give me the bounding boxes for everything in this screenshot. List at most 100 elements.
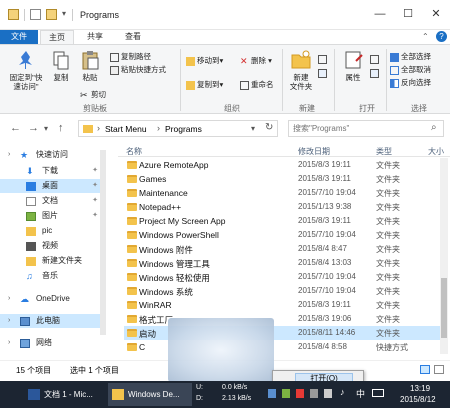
nav-documents[interactable]: 文档 ✦: [0, 194, 104, 208]
tab-share[interactable]: 共享: [78, 30, 112, 44]
search-icon[interactable]: ⌕: [431, 122, 437, 133]
nav-pic[interactable]: pic: [0, 224, 104, 238]
properties-quick-icon[interactable]: [30, 9, 41, 20]
tab-view[interactable]: 查看: [116, 30, 150, 44]
tray-icon[interactable]: [296, 389, 304, 398]
nav-music[interactable]: ♫ 音乐: [0, 269, 104, 283]
breadcrumb-programs[interactable]: Programs: [165, 124, 202, 134]
tray-icon[interactable]: [324, 389, 332, 398]
ribbon-collapse-icon[interactable]: ⌃: [422, 32, 429, 41]
forward-button[interactable]: →: [28, 122, 39, 134]
table-row[interactable]: Azure RemoteApp 2015/8/3 19:11 文件夹: [124, 158, 442, 172]
select-none-button[interactable]: 全部取消: [390, 64, 431, 76]
close-button[interactable]: ✕: [422, 4, 450, 24]
up-button[interactable]: ↑: [58, 122, 64, 134]
invert-selection-button[interactable]: 反向选择: [390, 77, 431, 89]
search-box[interactable]: ⌕: [288, 120, 444, 137]
nav-videos[interactable]: 视频: [0, 239, 104, 253]
pin-quick-access-button[interactable]: 固定到"快 速访问": [4, 49, 48, 91]
table-row[interactable]: WinRAR 2015/8/3 19:11 文件夹: [124, 298, 442, 312]
copy-button[interactable]: 复制: [48, 49, 74, 82]
details-view-icon[interactable]: [420, 365, 430, 374]
maximize-button[interactable]: ☐: [394, 4, 422, 24]
expand-chevron-icon[interactable]: ›: [8, 314, 10, 328]
table-row[interactable]: Notepad++ 2015/1/13 9:38 文件夹: [124, 200, 442, 214]
properties-button[interactable]: 属性: [338, 49, 368, 82]
expand-chevron-icon[interactable]: ›: [8, 292, 10, 306]
column-date[interactable]: 修改日期: [298, 146, 330, 157]
back-button[interactable]: ←: [10, 122, 21, 134]
rename-button[interactable]: 重命名: [240, 79, 274, 91]
volume-icon[interactable]: ♪: [340, 387, 345, 397]
delete-button[interactable]: ✕ 删除 ▾: [240, 55, 272, 67]
edit-icon[interactable]: [370, 67, 381, 79]
nav-downloads[interactable]: ⬇ 下载 ✦: [0, 164, 104, 178]
expand-chevron-icon[interactable]: ›: [8, 148, 10, 162]
nav-pictures[interactable]: 图片 ✦: [0, 209, 104, 223]
open-icon[interactable]: [370, 53, 381, 65]
column-type[interactable]: 类型: [376, 146, 392, 157]
clock-date[interactable]: 2015/8/12: [400, 395, 436, 404]
table-row[interactable]: Maintenance 2015/7/10 19:04 文件夹: [124, 186, 442, 200]
address-bar[interactable]: › Start Menu › Programs ▾ ↻: [78, 120, 278, 137]
tray-icon[interactable]: [282, 389, 290, 398]
address-dropdown-icon[interactable]: ▾: [251, 124, 255, 133]
column-size[interactable]: 大小: [428, 146, 444, 157]
recent-locations-dropdown[interactable]: ▾: [44, 124, 48, 133]
help-icon[interactable]: ?: [436, 31, 447, 42]
scrollbar-thumb[interactable]: [441, 278, 447, 338]
table-row[interactable]: Games 2015/8/3 19:11 文件夹: [124, 172, 442, 186]
select-all-icon: [390, 52, 399, 62]
expand-chevron-icon[interactable]: ›: [8, 336, 10, 350]
paste-button[interactable]: 粘贴: [76, 49, 104, 82]
search-input[interactable]: [289, 121, 429, 136]
nav-scrollbar[interactable]: [100, 150, 106, 335]
table-row[interactable]: Windows 轻松使用 2015/7/10 19:04 文件夹: [124, 270, 442, 284]
tray-icon[interactable]: [310, 389, 318, 398]
nav-quick-access[interactable]: › ★ 快速访问: [0, 148, 104, 162]
table-row[interactable]: Project My Screen App 2015/8/3 19:11 文件夹: [124, 214, 442, 228]
easy-access-icon[interactable]: [318, 67, 329, 79]
keyboard-icon[interactable]: [372, 389, 384, 397]
cut-button[interactable]: ✂ 剪切: [80, 89, 106, 101]
nav-network[interactable]: › 网络: [0, 336, 104, 350]
tab-file[interactable]: 文件: [0, 30, 38, 44]
clock-time[interactable]: 13:19: [410, 384, 430, 393]
pin-icon[interactable]: ✦: [92, 209, 98, 223]
paste-shortcut-button[interactable]: 粘贴快捷方式: [110, 64, 166, 76]
copy-to-button[interactable]: 复制到▾: [186, 79, 223, 91]
address-row: ← → ▾ ↑ › Start Menu › Programs ▾ ↻ ⌕: [0, 118, 450, 140]
table-row[interactable]: Windows 附件 2015/8/4 8:47 文件夹: [124, 242, 442, 256]
move-to-button[interactable]: 移动到▾: [186, 55, 223, 67]
nav-onedrive[interactable]: › ☁ OneDrive: [0, 292, 104, 306]
new-item-icon[interactable]: [318, 53, 329, 65]
net-down-speed: 2.13 kB/s: [222, 395, 252, 402]
table-row[interactable]: Windows PowerShell 2015/7/10 19:04 文件夹: [124, 228, 442, 242]
new-folder-quick-icon[interactable]: [46, 9, 57, 20]
cloud-icon: ☁: [20, 294, 29, 304]
qa-dropdown-icon[interactable]: ▾: [62, 9, 66, 18]
refresh-button[interactable]: ↻: [265, 122, 273, 133]
tab-home[interactable]: 主页: [40, 30, 74, 44]
pin-icon[interactable]: ✦: [92, 194, 98, 208]
taskbar-windows-explorer[interactable]: Windows De...: [108, 383, 192, 406]
ime-indicator[interactable]: 中: [356, 387, 365, 400]
copy-path-button[interactable]: 复制路径: [110, 51, 151, 63]
nav-this-pc[interactable]: › 此电脑: [0, 314, 104, 328]
file-list-scrollbar[interactable]: [440, 158, 448, 354]
taskbar-word-document[interactable]: 文档 1 - Mic...: [24, 383, 104, 406]
breadcrumb-start-menu[interactable]: Start Menu: [105, 124, 147, 134]
table-row[interactable]: Windows 管理工具 2015/8/4 13:03 文件夹: [124, 256, 442, 270]
table-row[interactable]: Windows 系统 2015/7/10 19:04 文件夹: [124, 284, 442, 298]
nav-new-folder[interactable]: 新建文件夹: [0, 254, 104, 268]
pin-icon[interactable]: ✦: [92, 179, 98, 193]
select-all-button[interactable]: 全部选择: [390, 51, 431, 63]
nav-desktop[interactable]: 桌面 ✦: [0, 179, 104, 193]
minimize-button[interactable]: —: [366, 4, 394, 24]
large-icons-view-icon[interactable]: [434, 365, 444, 374]
column-name[interactable]: 名称: [126, 146, 142, 157]
pin-icon[interactable]: ✦: [92, 164, 98, 178]
music-icon: ♫: [26, 271, 33, 281]
tray-icon[interactable]: [268, 389, 276, 398]
new-folder-button[interactable]: 新建 文件夹: [286, 49, 316, 91]
